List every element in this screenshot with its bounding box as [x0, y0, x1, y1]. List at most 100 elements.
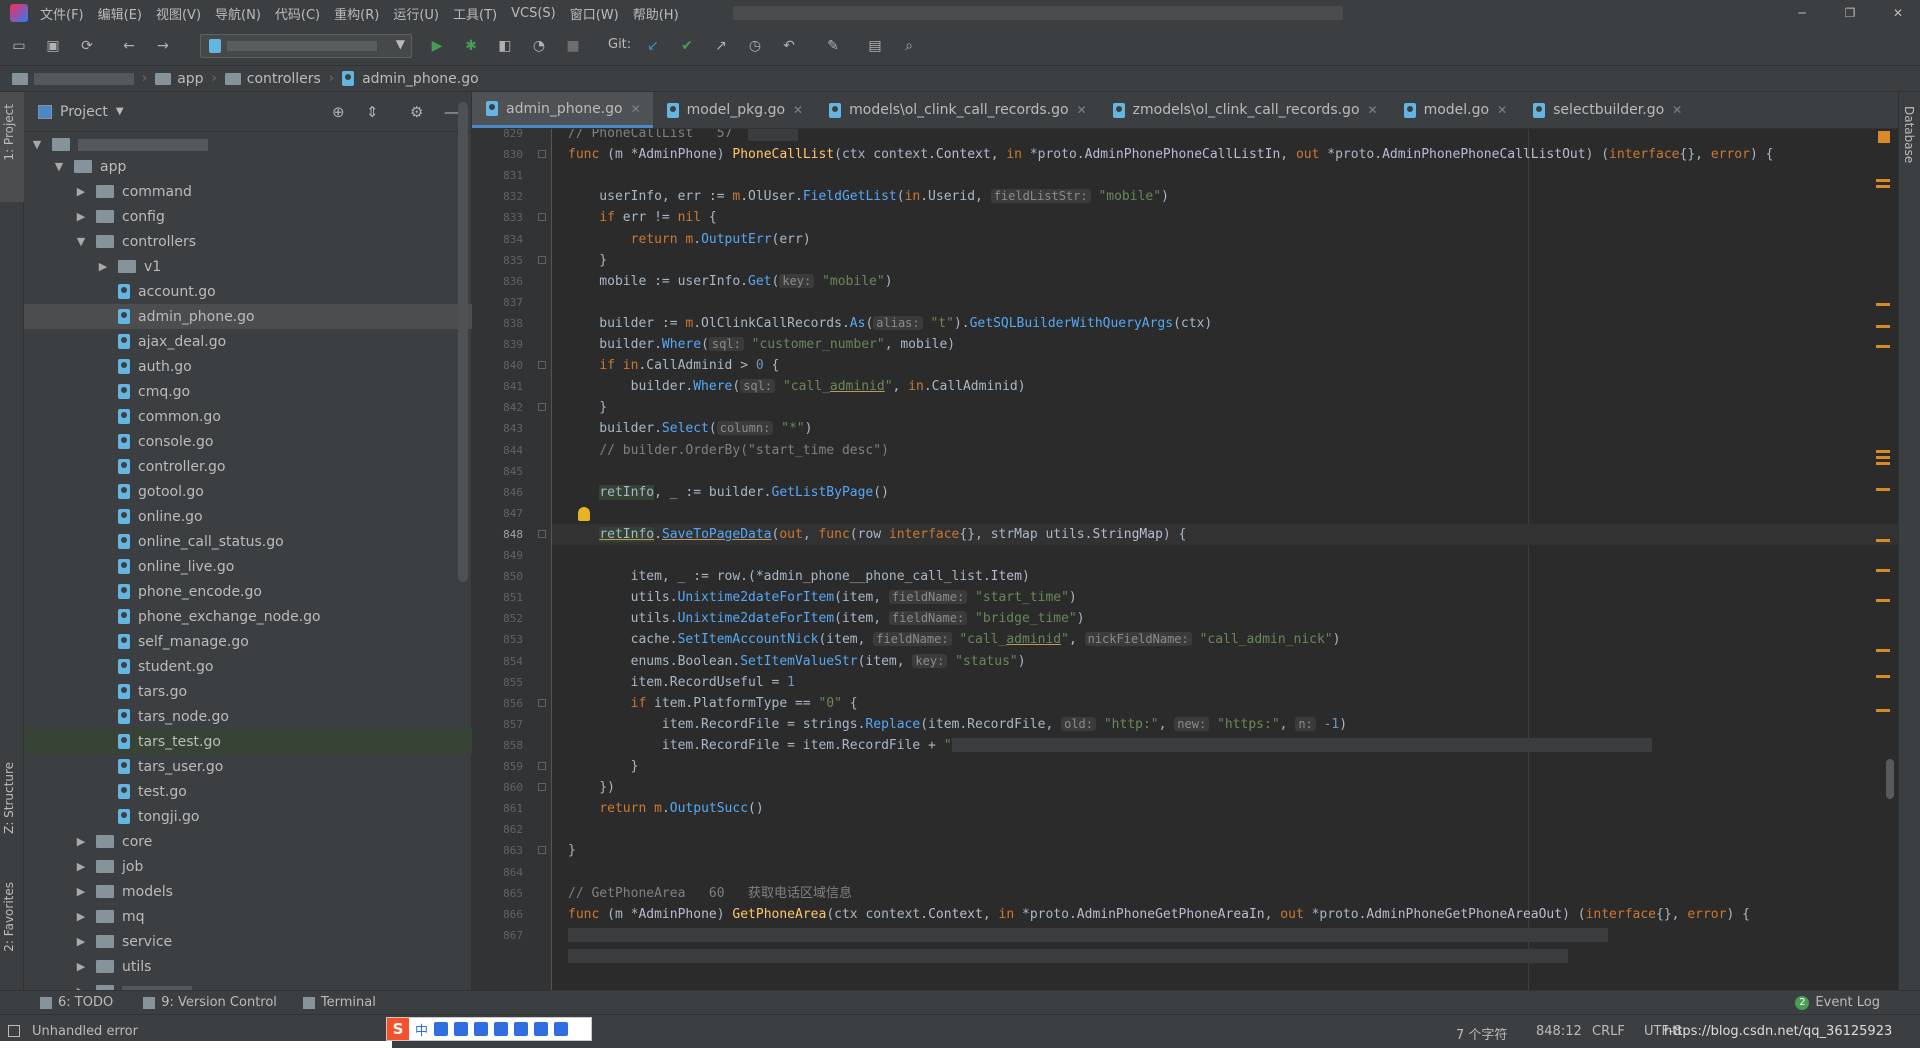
editor-tab[interactable]: selectbuilder.go ✕ — [1519, 92, 1694, 128]
microphone-icon[interactable] — [474, 1022, 489, 1036]
editor-tab[interactable]: model.go ✕ — [1390, 92, 1520, 128]
fold-marker-icon[interactable] — [538, 698, 546, 707]
tree-file[interactable]: online_call_status.go — [24, 529, 472, 554]
close-icon[interactable]: ✕ — [631, 102, 641, 116]
tree-file[interactable]: test.go — [24, 779, 472, 804]
code-line[interactable]: func (m *AdminPhone) PhoneCallList(ctx c… — [568, 144, 1773, 165]
warning-stripe-marker[interactable] — [1876, 462, 1890, 465]
git-history-icon[interactable]: ◷ — [746, 37, 764, 55]
close-icon[interactable]: ✕ — [1077, 103, 1087, 117]
tree-file[interactable]: phone_exchange_node.go — [24, 604, 472, 629]
close-icon[interactable]: ✕ — [793, 103, 803, 117]
code-line[interactable]: retInfo.SaveToPageData(out, func(row int… — [568, 524, 1186, 545]
warning-stripe-marker[interactable] — [1876, 649, 1890, 652]
warning-stripe-marker[interactable] — [1876, 539, 1890, 542]
tree-file[interactable]: phone_encode.go — [24, 579, 472, 604]
locate-file-icon[interactable]: ⊕ — [332, 103, 345, 121]
line-separator[interactable]: CRLF — [1592, 1024, 1625, 1039]
stop-icon[interactable]: ■ — [564, 37, 582, 55]
fold-marker-icon[interactable] — [538, 150, 546, 159]
code-line[interactable]: item.RecordUseful = 1 — [568, 672, 795, 693]
project-panel-title[interactable]: Project — [60, 104, 108, 120]
code-line[interactable]: userInfo, err := m.OlUser.FieldGetList(i… — [568, 186, 1169, 207]
tree-file[interactable]: cmq.go — [24, 379, 472, 404]
breadcrumb-file[interactable]: admin_phone.go — [342, 71, 479, 87]
warning-stripe-marker[interactable] — [1876, 345, 1890, 348]
fold-marker-icon[interactable] — [538, 361, 546, 370]
warning-stripe-marker[interactable] — [1876, 675, 1890, 678]
tree-file[interactable]: controller.go — [24, 454, 472, 479]
save-icon[interactable]: ▣ — [44, 37, 62, 55]
status-panel-icon[interactable] — [8, 1025, 20, 1037]
tree-folder[interactable]: ▼ app — [24, 154, 472, 179]
menu-file[interactable]: 文件(F) — [40, 4, 84, 23]
collapsed-arrow-icon[interactable]: ▶ — [96, 260, 110, 273]
grid-icon[interactable] — [554, 1022, 569, 1036]
menu-vcs[interactable]: VCS(S) — [511, 6, 556, 21]
menu-window[interactable]: 窗口(W) — [570, 4, 619, 23]
keyboard-icon[interactable] — [494, 1022, 509, 1036]
tree-file[interactable]: online_live.go — [24, 554, 472, 579]
code-line[interactable]: builder.Select(column: "*") — [568, 418, 812, 439]
code-line[interactable]: } — [568, 397, 607, 418]
code-line[interactable] — [568, 925, 1608, 946]
fold-marker-icon[interactable] — [538, 403, 546, 412]
tree-folder[interactable]: ▶ utils — [24, 954, 472, 979]
breadcrumb-controllers[interactable]: controllers — [224, 71, 321, 87]
code-line[interactable]: // GetPhoneArea 60 获取电话区域信息 — [568, 883, 852, 904]
expanded-arrow-icon[interactable]: ▼ — [52, 160, 66, 173]
code-line[interactable]: } — [568, 756, 639, 777]
tree-file[interactable]: console.go — [24, 429, 472, 454]
run-configuration-select[interactable]: ▼ — [200, 34, 412, 58]
terminal-tab[interactable]: Terminal — [302, 995, 376, 1010]
close-icon[interactable]: ✕ — [1368, 103, 1378, 117]
coverage-icon[interactable]: ◧ — [496, 37, 514, 55]
code-line[interactable]: mobile := userInfo.Get(key: "mobile") — [568, 271, 893, 292]
settings-wrench-icon[interactable]: ✎ — [824, 37, 842, 55]
fold-marker-icon[interactable] — [538, 846, 546, 855]
tree-folder[interactable]: ▶ core — [24, 829, 472, 854]
search-icon[interactable]: ⌕ — [900, 37, 918, 55]
warning-stripe-marker[interactable] — [1876, 325, 1890, 328]
fold-marker-icon[interactable] — [538, 783, 546, 792]
collapsed-arrow-icon[interactable]: ▶ — [74, 860, 88, 873]
debug-icon[interactable]: ✱ — [462, 37, 480, 55]
tree-file[interactable]: account.go — [24, 279, 472, 304]
back-icon[interactable]: ← — [120, 37, 138, 55]
tree-file[interactable]: common.go — [24, 404, 472, 429]
skin-icon[interactable] — [534, 1022, 549, 1036]
collapsed-arrow-icon[interactable]: ▶ — [74, 910, 88, 923]
warning-stripe-marker[interactable] — [1876, 303, 1890, 306]
tree-file[interactable]: ajax_deal.go — [24, 329, 472, 354]
breadcrumb-root[interactable] — [12, 72, 134, 85]
tree-folder[interactable]: ▶ service — [24, 929, 472, 954]
tree-file[interactable]: self_manage.go — [24, 629, 472, 654]
tool-tab-database[interactable]: Database — [1902, 106, 1916, 163]
code-line[interactable]: // builder.OrderBy("start_time desc") — [568, 440, 889, 461]
git-commit-icon[interactable]: ✔ — [678, 37, 696, 55]
tree-folder[interactable]: ▼ controllers — [24, 229, 472, 254]
hide-panel-icon[interactable]: — — [444, 103, 459, 121]
code-line[interactable]: return m.OutputErr(err) — [568, 229, 811, 250]
tree-file[interactable]: tars_user.go — [24, 754, 472, 779]
code-line[interactable]: // PhoneCallList 57 — [568, 129, 799, 144]
git-update-icon[interactable]: ↙ — [644, 37, 662, 55]
tree-folder[interactable]: ▶ v1 — [24, 254, 472, 279]
collapsed-arrow-icon[interactable]: ▶ — [74, 960, 88, 973]
code-line[interactable]: return m.OutputSucc() — [568, 798, 763, 819]
fold-marker-icon[interactable] — [538, 529, 546, 538]
tree-folder[interactable]: ▶ command — [24, 179, 472, 204]
code-line[interactable]: func (m *AdminPhone) GetPhoneArea(ctx co… — [568, 904, 1750, 925]
warning-stripe-marker[interactable] — [1876, 599, 1890, 602]
code-line[interactable]: utils.Unixtime2dateForItem(item, fieldNa… — [568, 608, 1085, 629]
sogou-icon[interactable]: S — [387, 1018, 409, 1040]
todo-tab[interactable]: 6: TODO — [40, 995, 113, 1010]
punctuation-icon[interactable] — [434, 1022, 449, 1036]
menu-edit[interactable]: 编辑(E) — [98, 4, 142, 23]
code-line[interactable]: } — [568, 250, 607, 271]
menu-tools[interactable]: 工具(T) — [453, 4, 497, 23]
warning-stripe-marker[interactable] — [1876, 569, 1890, 572]
breadcrumb-app[interactable]: app — [155, 71, 204, 87]
menu-run[interactable]: 运行(U) — [393, 4, 439, 23]
tool-tab-favorites[interactable]: 2: Favorites — [2, 882, 16, 952]
